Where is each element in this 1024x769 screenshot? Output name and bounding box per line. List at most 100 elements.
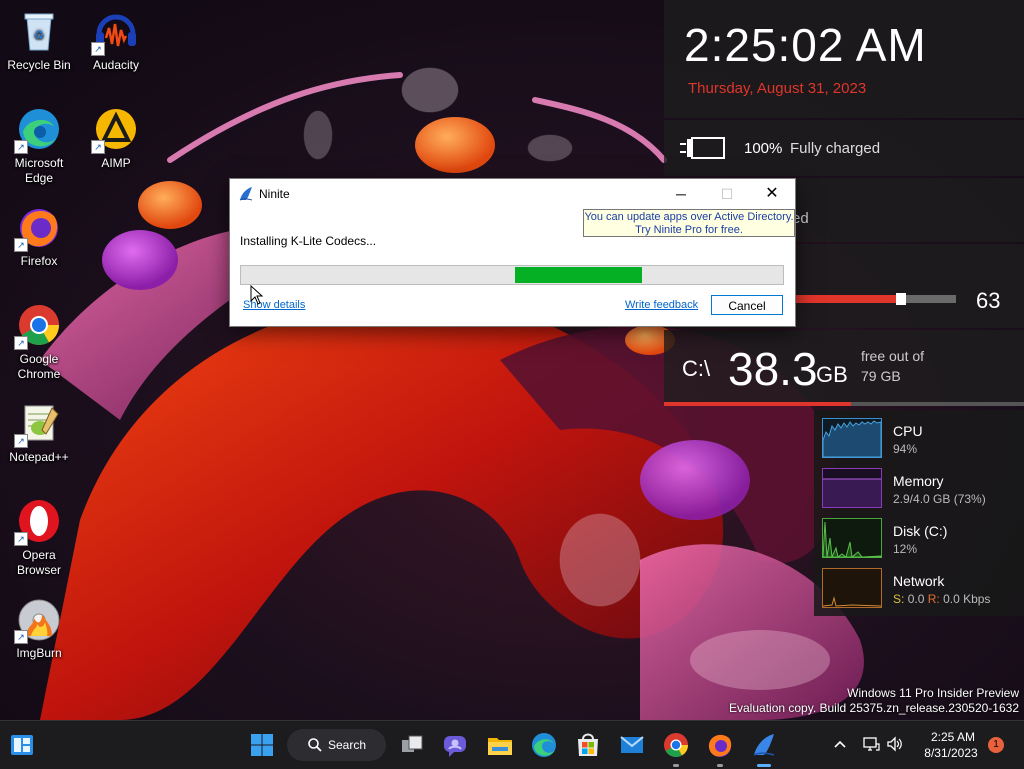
desktop-icon-firefox[interactable]: ↗ Firefox	[3, 204, 75, 269]
task-view-icon[interactable]	[398, 731, 426, 759]
firefox-icon: ↗	[14, 204, 62, 252]
close-button[interactable]: ✕	[749, 179, 795, 209]
desktop-icon-edge[interactable]: ↗ Microsoft Edge	[3, 106, 75, 186]
desktop-icon-recycle-bin[interactable]: ♻ Recycle Bin	[3, 8, 75, 73]
write-feedback-link[interactable]: Write feedback	[625, 299, 698, 311]
audacity-icon: ↗	[91, 8, 139, 56]
maximize-button: ☐	[720, 186, 734, 202]
battery-percent: 100%	[744, 140, 783, 157]
desktop-icon-label: Audacity	[92, 58, 140, 72]
mail-icon[interactable]	[618, 731, 646, 759]
volume-slider-fill	[794, 295, 897, 303]
running-indicator	[717, 764, 723, 767]
store-icon[interactable]	[574, 731, 602, 759]
ninite-window: Ninite ─ ☐ ✕ You can update apps over Ac…	[229, 178, 796, 327]
desktop-icon-label: Opera Browser	[16, 548, 61, 577]
performance-monitor-widget: CPU 94% Memory 2.9/4.0 GB (73%) Disk (C:…	[814, 410, 1024, 616]
edge-icon: ↗	[14, 106, 62, 154]
cancel-button[interactable]: Cancel	[711, 295, 783, 315]
perf-network-value: S: 0.0 R: 0.0 Kbps	[893, 592, 990, 606]
aimp-icon: ↗	[91, 106, 139, 154]
windows-watermark-line1: Windows 11 Pro Insider Preview	[847, 686, 1019, 700]
volume-icon[interactable]	[886, 736, 904, 757]
taskbar-clock-date[interactable]: 8/31/2023	[916, 746, 986, 760]
windows-watermark-line2: Evaluation copy. Build 25375.zn_release.…	[729, 701, 1019, 715]
desktop-icon-imgburn[interactable]: ↗ ImgBurn	[3, 596, 75, 661]
taskbar-clock-time[interactable]: 2:25 AM	[922, 730, 984, 744]
taskbar: Search 2:25 AM 8/31/2023 1	[0, 720, 1024, 769]
chrome-icon: ↗	[14, 302, 62, 350]
ninite-status-text: Installing K-Lite Codecs...	[240, 234, 377, 248]
disk-sub-text: free out of	[861, 348, 925, 364]
ninite-app-icon	[238, 186, 254, 207]
desktop-icon-audacity[interactable]: ↗ Audacity	[80, 8, 152, 73]
taskbar-search[interactable]: Search	[287, 729, 386, 761]
shortcut-arrow-icon: ↗	[14, 140, 28, 154]
perf-memory[interactable]: Memory 2.9/4.0 GB (73%)	[822, 468, 1022, 512]
search-icon	[308, 738, 322, 752]
shortcut-arrow-icon: ↗	[14, 532, 28, 546]
network-recv-value: 0.0 Kbps	[943, 592, 991, 606]
network-send-label: S:	[893, 592, 905, 606]
volume-slider[interactable]	[794, 293, 956, 305]
chrome-icon[interactable]	[662, 731, 690, 759]
perf-disk-value: 12%	[893, 542, 918, 556]
clock-time: 2:25:02 AM	[684, 19, 927, 71]
install-progress-bar	[240, 265, 784, 285]
file-explorer-icon[interactable]	[486, 731, 514, 759]
notification-badge[interactable]: 1	[988, 737, 1004, 753]
start-icon[interactable]	[248, 731, 276, 759]
network-graph	[822, 568, 882, 608]
edge-icon[interactable]	[530, 731, 558, 759]
desktop-icon-notepadpp[interactable]: ↗ Notepad++	[3, 400, 75, 465]
desktop-icon-label: ImgBurn	[16, 646, 62, 660]
battery-widget: 100% Fully charged	[664, 120, 1024, 176]
disk-free-value: 38.3	[728, 343, 818, 395]
ninite-icon[interactable]	[750, 731, 778, 759]
mouse-cursor-icon	[250, 285, 264, 305]
disk-graph	[822, 518, 882, 558]
ninite-pro-tooltip[interactable]: You can update apps over Active Director…	[583, 209, 795, 237]
minimize-button[interactable]: ─	[658, 179, 704, 209]
network-recv-label: R:	[927, 592, 940, 606]
perf-network-label: Network	[893, 573, 945, 589]
progress-marquee-chunk	[514, 267, 643, 283]
disk-widget: C:\ 38.3 GB free out of 79 GB	[664, 330, 1024, 406]
perf-cpu-value: 94%	[893, 442, 918, 456]
network-send-value: 0.0	[907, 592, 925, 606]
running-indicator	[757, 764, 771, 767]
network-icon[interactable]	[862, 736, 880, 757]
battery-status: Fully charged	[790, 140, 881, 157]
opera-icon: ↗	[14, 498, 62, 546]
chevron-up-icon[interactable]	[832, 736, 848, 755]
chat-icon[interactable]	[441, 731, 469, 759]
clock-widget: 2:25:02 AM Thursday, August 31, 2023	[664, 0, 1024, 118]
perf-network[interactable]: Network S: 0.0 R: 0.0 Kbps	[822, 568, 1022, 612]
shortcut-arrow-icon: ↗	[91, 42, 105, 56]
desktop-icon-label: Recycle Bin	[7, 58, 71, 72]
shortcut-arrow-icon: ↗	[91, 140, 105, 154]
disk-usage-bar	[664, 402, 1024, 406]
disk-usage-fill	[664, 402, 852, 406]
firefox-icon[interactable]	[706, 731, 734, 759]
ninite-window-title: Ninite	[259, 187, 290, 201]
widgets-icon[interactable]	[8, 731, 36, 759]
svg-text:♻: ♻	[34, 28, 45, 42]
ninite-titlebar[interactable]: Ninite ─ ☐ ✕	[230, 179, 795, 209]
memory-graph	[822, 468, 882, 508]
perf-disk-label: Disk (C:)	[893, 523, 948, 539]
search-label: Search	[328, 738, 367, 752]
disk-drive-label: C:\	[682, 356, 711, 381]
desktop-icon-label: Google Chrome	[17, 352, 61, 381]
desktop-icon-opera[interactable]: ↗ Opera Browser	[3, 498, 75, 578]
perf-cpu-label: CPU	[893, 423, 923, 439]
shortcut-arrow-icon: ↗	[14, 630, 28, 644]
tooltip-line2: Try Ninite Pro for free.	[635, 224, 743, 236]
perf-disk[interactable]: Disk (C:) 12%	[822, 518, 1022, 562]
shortcut-arrow-icon: ↗	[14, 434, 28, 448]
desktop-icon-chrome[interactable]: ↗ Google Chrome	[3, 302, 75, 382]
desktop-icon-aimp[interactable]: ↗ AIMP	[80, 106, 152, 171]
perf-memory-label: Memory	[893, 473, 944, 489]
perf-cpu[interactable]: CPU 94%	[822, 418, 1022, 462]
volume-slider-thumb[interactable]	[896, 293, 907, 305]
